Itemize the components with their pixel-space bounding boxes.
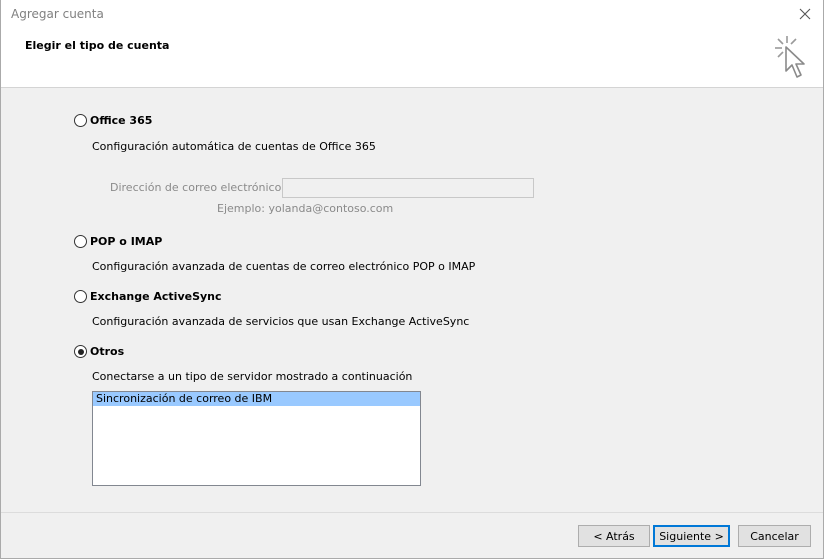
office365-description: Configuración automática de cuentas de O… — [92, 140, 376, 153]
cursor-sparkle-icon — [775, 36, 805, 78]
email-field-label: Dirección de correo electrónico: — [110, 181, 286, 194]
radio-pop-imap-button[interactable] — [74, 235, 87, 248]
next-button[interactable]: Siguiente > — [653, 525, 730, 547]
otros-description: Conectarse a un tipo de servidor mostrad… — [92, 370, 413, 383]
server-type-list[interactable]: Sincronización de correo de IBM — [92, 391, 421, 486]
radio-activesync[interactable]: Exchange ActiveSync — [74, 290, 222, 303]
list-item[interactable]: Sincronización de correo de IBM — [93, 392, 420, 406]
title-bar: Agregar cuenta — [1, 0, 823, 28]
radio-office365-label: Office 365 — [90, 114, 153, 127]
footer-divider — [1, 512, 823, 513]
radio-pop-imap[interactable]: POP o IMAP — [74, 235, 162, 248]
window-title: Agregar cuenta — [11, 7, 104, 21]
radio-otros-button[interactable] — [74, 345, 87, 358]
back-button[interactable]: < Atrás — [578, 525, 650, 547]
add-account-dialog: Agregar cuenta Elegir el tipo de cuenta … — [0, 0, 824, 559]
email-field[interactable] — [282, 178, 534, 198]
dialog-header: Elegir el tipo de cuenta — [1, 28, 823, 88]
radio-office365-button[interactable] — [74, 114, 87, 127]
radio-activesync-button[interactable] — [74, 290, 87, 303]
radio-activesync-label: Exchange ActiveSync — [90, 290, 222, 303]
page-title: Elegir el tipo de cuenta — [25, 39, 170, 52]
close-button[interactable] — [791, 2, 819, 26]
email-example-text: Ejemplo: yolanda@contoso.com — [217, 202, 394, 215]
cancel-button[interactable]: Cancelar — [738, 525, 811, 547]
radio-otros-label: Otros — [90, 345, 125, 358]
radio-otros[interactable]: Otros — [74, 345, 124, 358]
radio-office365[interactable]: Office 365 — [74, 114, 152, 127]
radio-pop-imap-label: POP o IMAP — [90, 235, 163, 248]
account-type-options: Office 365 Configuración automática de c… — [1, 89, 823, 514]
activesync-description: Configuración avanzada de servicios que … — [92, 315, 470, 328]
pop-imap-description: Configuración avanzada de cuentas de cor… — [92, 260, 476, 273]
close-icon — [799, 8, 811, 20]
